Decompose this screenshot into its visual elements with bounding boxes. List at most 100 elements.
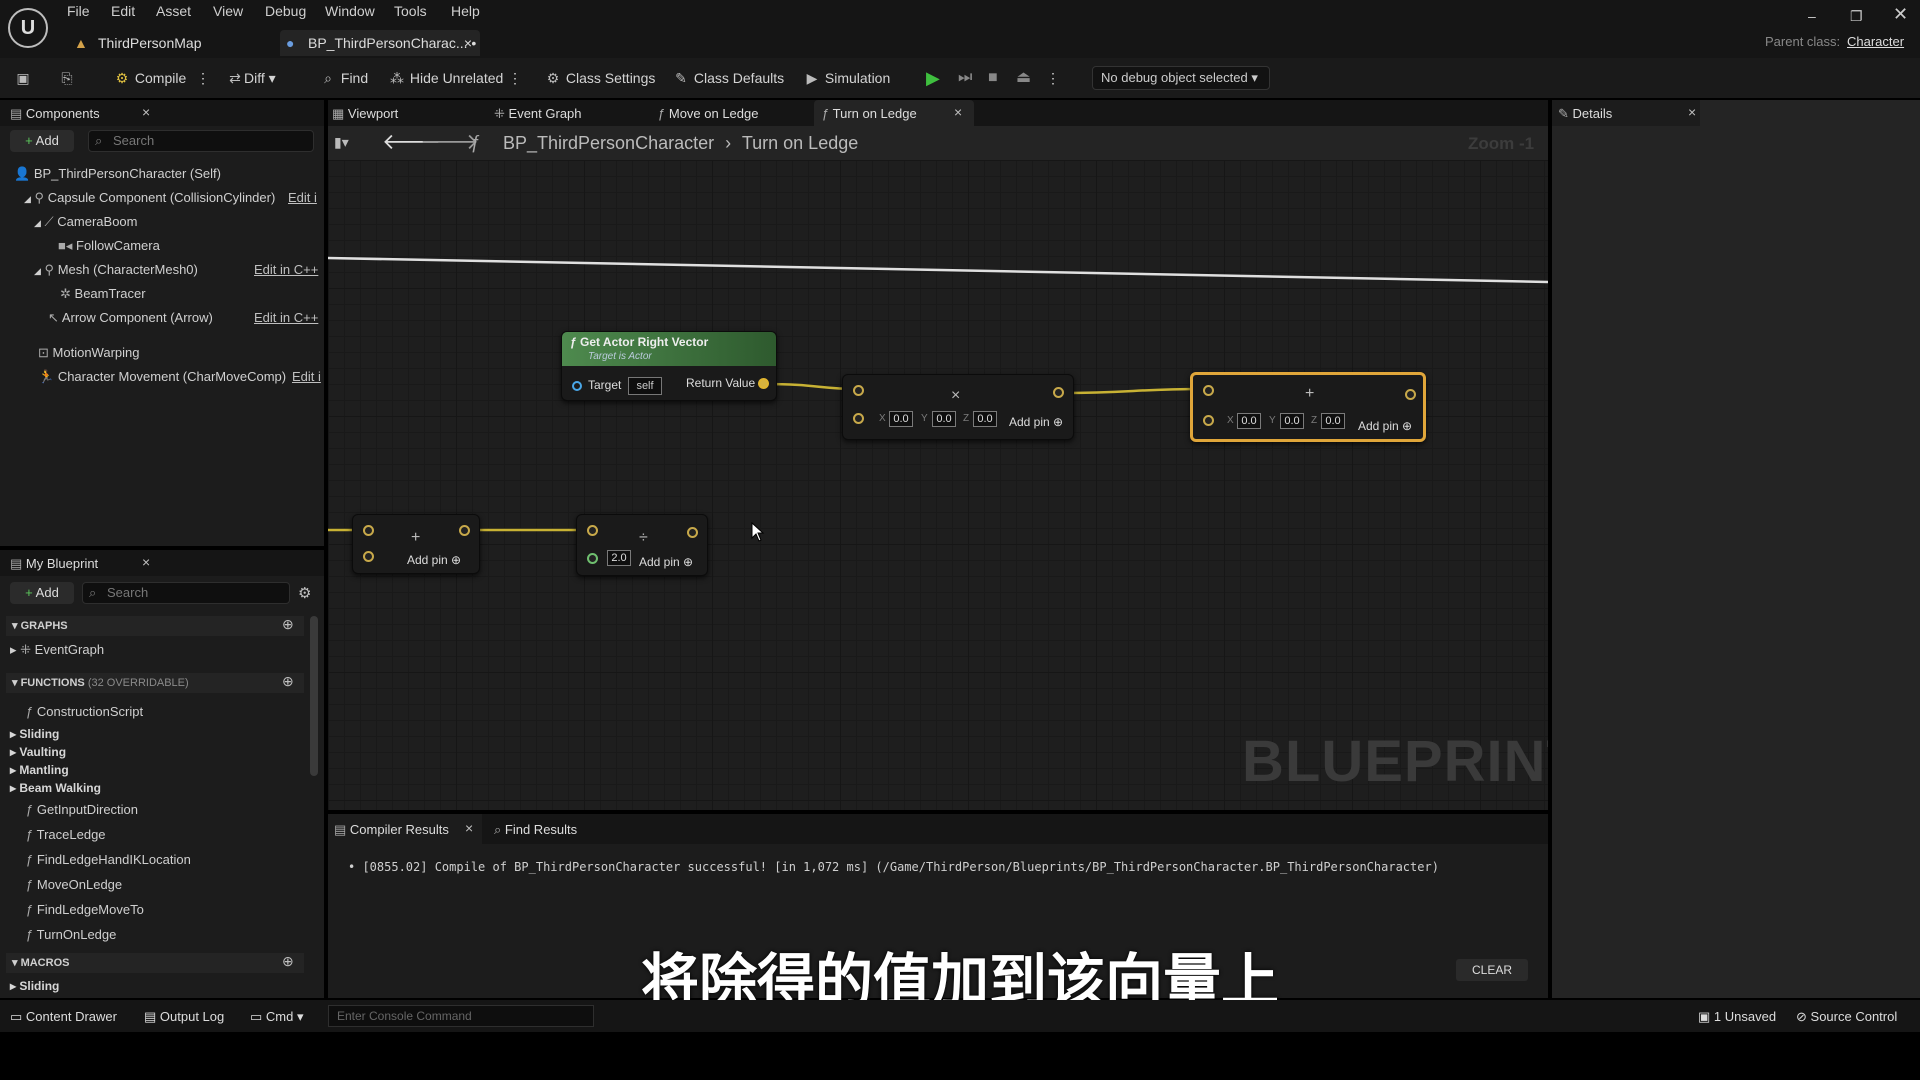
function-item[interactable]: ƒ TurnOnLedge [26, 925, 116, 945]
unreal-logo[interactable]: U [8, 8, 48, 48]
divisor-field[interactable]: 2.0 [607, 550, 631, 566]
input-pin-b[interactable] [363, 551, 374, 562]
stop-icon[interactable]: ■ [988, 66, 998, 90]
input-pin-a[interactable] [1203, 385, 1214, 396]
output-pin[interactable] [687, 527, 698, 538]
compile-options-icon[interactable]: ⋮ [196, 66, 210, 90]
minimize-icon[interactable]: – [1808, 8, 1816, 24]
hide-unrelated-button[interactable]: ⁂ Hide Unrelated [388, 66, 503, 90]
tree-item-arrow[interactable]: ↖ Arrow Component (Arrow) [48, 308, 213, 328]
play-icon[interactable]: ▶ [926, 66, 940, 90]
menu-help[interactable]: Help [451, 3, 480, 19]
breadcrumb-blueprint[interactable]: BP_ThirdPersonCharacter [503, 133, 714, 153]
graphs-section-header[interactable]: ▾ GRAPHS [6, 616, 304, 636]
tree-item-camera-boom[interactable]: ◢ ⟋ CameraBoom [34, 212, 137, 232]
scrollbar[interactable] [310, 616, 318, 776]
breadcrumb-graph[interactable]: Turn on Ledge [742, 133, 858, 153]
self-field[interactable]: self [628, 377, 662, 395]
my-blueprint-search-input[interactable]: ⌕ Search [82, 582, 290, 604]
input-pin-b[interactable] [1203, 415, 1214, 426]
return-value-pin[interactable] [758, 378, 769, 389]
components-search-input[interactable]: ⌕ Search [88, 130, 314, 152]
add-pin-button[interactable]: Add pin ⊕ [1358, 419, 1412, 433]
tab-third-person-map[interactable]: ▲ ThirdPersonMap [70, 30, 270, 56]
compile-button[interactable]: ⚙ Compile [113, 66, 187, 90]
function-item[interactable]: ƒ GetInputDirection [26, 800, 138, 820]
menu-debug[interactable]: Debug [265, 3, 306, 19]
simulation-button[interactable]: ▶ Simulation [803, 66, 891, 90]
function-item[interactable]: ƒ ConstructionScript [26, 702, 143, 722]
graph-canvas[interactable]: ƒ Get Actor Right Vector Target is Actor… [328, 160, 1548, 810]
tab-my-blueprint[interactable]: ▤ My Blueprint [10, 556, 98, 572]
z-field[interactable]: 0.0 [973, 411, 997, 427]
play-options-icon[interactable]: ⋮ [1046, 66, 1060, 90]
category-sliding[interactable]: ▸ Sliding [10, 725, 59, 743]
find-button[interactable]: ⌕ Find [319, 66, 368, 90]
x-field[interactable]: 0.0 [1237, 413, 1261, 429]
tab-turn-on-ledge[interactable]: ƒ Turn on Ledge × [814, 100, 974, 126]
close-icon[interactable]: × [464, 30, 472, 56]
class-defaults-button[interactable]: ✎ Class Defaults [672, 66, 784, 90]
parent-class-link[interactable]: Character [1847, 34, 1904, 49]
window-close-icon[interactable]: ✕ [1893, 4, 1908, 25]
tree-item-motion-warping[interactable]: ⊡ MotionWarping [38, 343, 139, 363]
add-graph-icon[interactable]: ⊕ [282, 616, 294, 633]
edit-arrow-link[interactable]: Edit in C++ [254, 310, 318, 325]
category-mantling[interactable]: ▸ Mantling [10, 761, 69, 779]
add-float-node[interactable]: + Add pin ⊕ [352, 514, 480, 574]
multiply-node[interactable]: × X 0.0 Y 0.0 Z 0.0 Add pin ⊕ [842, 374, 1074, 440]
source-control-button[interactable]: ⊘ Source Control [1796, 1009, 1897, 1025]
edit-capsule-link[interactable]: Edit i [288, 190, 317, 205]
output-pin[interactable] [1053, 387, 1064, 398]
close-icon[interactable]: × [142, 104, 150, 120]
tab-viewport[interactable]: ▦ Viewport [332, 106, 398, 122]
category-beam-walking[interactable]: ▸ Beam Walking [10, 779, 101, 797]
input-pin-b[interactable] [587, 553, 598, 564]
function-item[interactable]: ƒ TraceLedge [26, 825, 106, 845]
unsaved-button[interactable]: ▣ 1 Unsaved [1698, 1009, 1776, 1025]
z-field[interactable]: 0.0 [1321, 413, 1345, 429]
tree-item-mesh[interactable]: ◢ ⚲ Mesh (CharacterMesh0) [34, 260, 198, 280]
settings-gear-icon[interactable]: ⚙ [298, 584, 311, 602]
save-icon[interactable]: ▣ [14, 66, 32, 90]
input-pin-a[interactable] [363, 525, 374, 536]
menu-file[interactable]: File [67, 3, 90, 19]
output-log-button[interactable]: ▤ Output Log [144, 1009, 224, 1025]
bookmark-icon[interactable]: ▮▾ [334, 134, 349, 151]
edit-char-move-link[interactable]: Edit i [292, 369, 321, 384]
input-pin-a[interactable] [587, 525, 598, 536]
debug-object-dropdown[interactable]: No debug object selected ▾ [1092, 66, 1270, 90]
add-pin-button[interactable]: Add pin ⊕ [407, 553, 461, 567]
target-pin[interactable] [572, 381, 582, 391]
close-icon[interactable]: × [1688, 104, 1696, 120]
cmd-dropdown[interactable]: ▭ Cmd ▾ [250, 1009, 304, 1025]
close-icon[interactable]: × [142, 554, 150, 570]
divide-node[interactable]: ÷ 2.0 Add pin ⊕ [576, 514, 708, 576]
function-item[interactable]: ƒ MoveOnLedge [26, 875, 122, 895]
menu-window[interactable]: Window [325, 3, 375, 19]
tree-item-character-movement[interactable]: 🏃 Character Movement (CharMoveComp) [38, 367, 286, 387]
step-icon[interactable]: ⏭ [958, 66, 972, 90]
menu-edit[interactable]: Edit [111, 3, 135, 19]
add-function-icon[interactable]: ⊕ [282, 673, 294, 690]
add-pin-button[interactable]: Add pin ⊕ [1009, 415, 1063, 429]
tab-event-graph[interactable]: ⁜ Event Graph [494, 106, 582, 122]
menu-asset[interactable]: Asset [156, 3, 191, 19]
category-vaulting[interactable]: ▸ Vaulting [10, 743, 66, 761]
function-item[interactable]: ƒ FindLedgeHandIKLocation [26, 850, 191, 870]
hide-options-icon[interactable]: ⋮ [508, 66, 522, 90]
add-macro-icon[interactable]: ⊕ [282, 953, 294, 970]
tree-item-follow-camera[interactable]: ■◂ FollowCamera [58, 236, 160, 256]
y-field[interactable]: 0.0 [1280, 413, 1304, 429]
browse-icon[interactable]: ⎘ [58, 66, 76, 90]
diff-button[interactable]: ⇄ Diff ▾ [226, 66, 276, 90]
input-pin-a[interactable] [853, 385, 864, 396]
close-icon[interactable]: × [954, 104, 962, 120]
tree-item-self[interactable]: 👤 BP_ThirdPersonCharacter (Self) [14, 164, 221, 184]
tab-move-on-ledge[interactable]: ƒ Move on Ledge [658, 106, 758, 121]
tab-components[interactable]: ▤ Components [10, 106, 100, 122]
menu-view[interactable]: View [213, 3, 243, 19]
output-pin[interactable] [459, 525, 470, 536]
close-icon[interactable]: × [465, 820, 473, 836]
edit-mesh-link[interactable]: Edit in C++ [254, 262, 318, 277]
